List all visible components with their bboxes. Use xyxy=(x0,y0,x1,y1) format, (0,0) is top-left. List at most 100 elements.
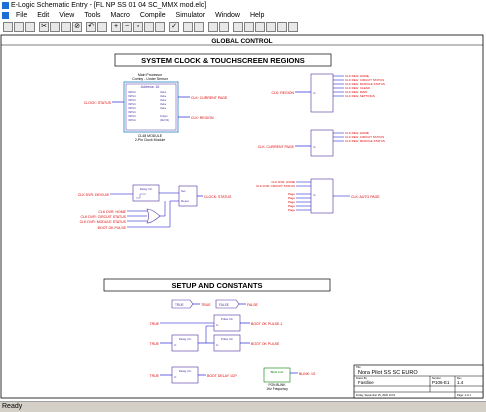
svg-text:IN/Port: IN/Port xyxy=(128,107,136,110)
svg-text:IN/Port: IN/Port xyxy=(128,95,136,98)
svg-text:Blink 1Hz: Blink 1Hz xyxy=(271,370,284,374)
symbol-icon[interactable] xyxy=(208,22,218,32)
label-false-out: FALSE xyxy=(247,303,259,307)
label-dev-div: CLK DVR: DEV/UIS xyxy=(78,193,110,197)
page-decoder[interactable]: In xyxy=(310,129,334,157)
probe-icon[interactable] xyxy=(244,22,254,32)
menu-edit[interactable]: Edit xyxy=(33,11,53,21)
label-blink-out: BLINK: 1S xyxy=(299,372,316,376)
blink-block[interactable]: Blink 1Hz xyxy=(263,367,291,383)
title-block-page: Page: 1 of 1 xyxy=(457,393,472,397)
svg-text:IN/Port: IN/Port xyxy=(128,99,136,102)
delay-block-2[interactable]: Delay On In xyxy=(171,334,199,352)
false-constant[interactable]: FALSE xyxy=(215,299,240,309)
zoom-in-icon[interactable]: + xyxy=(111,22,121,32)
label-region-in: CLK: REGION xyxy=(271,91,294,95)
svg-text:Delay On: Delay On xyxy=(179,337,192,341)
svg-text:Output: Output xyxy=(160,115,168,118)
app-icon xyxy=(2,2,9,9)
new-icon[interactable] xyxy=(3,22,13,32)
undo-icon[interactable]: ↶ xyxy=(86,22,96,32)
label-region: CLK: REGION xyxy=(191,116,214,120)
gate-icon[interactable] xyxy=(277,22,287,32)
pulse-block-1[interactable]: Pulse On In xyxy=(213,314,241,332)
label-current-page: CLK: CURRENT PAGE xyxy=(191,96,228,100)
svg-text:(Ref 60): (Ref 60) xyxy=(160,119,169,122)
zoom-out-icon[interactable]: − xyxy=(122,22,132,32)
label-clock-status-out: CLOCK: STATUS xyxy=(204,195,232,199)
window-title: E-Logic Schematic Entry - [FL NP SS 01 0… xyxy=(11,2,207,9)
sheet-frame xyxy=(0,34,484,399)
svg-text:Pulse On: Pulse On xyxy=(221,337,234,341)
delay-block[interactable]: Delay On xyxy=(132,184,160,202)
document-icon[interactable] xyxy=(2,12,9,19)
title-block: Title Nora Pilot SS SC EURO Drawn By Fas… xyxy=(353,364,484,399)
svg-text:In: In xyxy=(313,91,316,95)
label-boot-delay: BOOT DELAY 1CP xyxy=(207,374,237,378)
label-dvr-home: CLK DVR: HOME xyxy=(98,210,126,214)
zoom-fit-icon[interactable]: ▫ xyxy=(133,22,143,32)
delay-block-3[interactable]: Delay On In xyxy=(171,366,199,384)
svg-text:Value: Value xyxy=(160,95,167,98)
svg-text:IN/Port: IN/Port xyxy=(128,115,136,118)
menu-file[interactable]: File xyxy=(12,11,31,21)
copy-icon[interactable] xyxy=(50,22,60,32)
clock-module[interactable]: Main Processor Comby - Under Sensor Addr… xyxy=(123,73,179,142)
logic-icon[interactable] xyxy=(194,22,204,32)
svg-text:Delay On: Delay On xyxy=(179,369,192,373)
status-bar: Ready xyxy=(0,401,486,411)
print-icon[interactable] xyxy=(97,22,107,32)
svg-text:Page: Page xyxy=(288,208,295,212)
sim-icon[interactable] xyxy=(233,22,243,32)
toggle-icon[interactable] xyxy=(255,22,265,32)
chart-icon[interactable] xyxy=(288,22,298,32)
section-title-clock: SYSTEM CLOCK & TOUCHSCREEN REGIONS xyxy=(141,56,305,65)
wire-icon[interactable] xyxy=(183,22,193,32)
title-block-rev: 1.4 xyxy=(457,380,464,385)
label-true-out: TRUE xyxy=(201,303,211,307)
save-icon[interactable] xyxy=(25,22,35,32)
copy-window-icon[interactable] xyxy=(155,22,165,32)
region-decoder[interactable]: In xyxy=(310,73,334,113)
svg-text:Set: Set xyxy=(181,189,186,193)
paste-icon[interactable] xyxy=(61,22,71,32)
menu-macro[interactable]: Macro xyxy=(107,11,134,21)
svg-text:IN/Port: IN/Port xyxy=(128,103,136,106)
svg-text:1Hz Frequency: 1Hz Frequency xyxy=(266,387,288,391)
window-icon[interactable] xyxy=(144,22,154,32)
label-boot-ok: BOOT OK PULSE xyxy=(98,226,127,230)
menu-view[interactable]: View xyxy=(55,11,78,21)
svg-text:Value: Value xyxy=(160,103,167,106)
svg-text:Reset: Reset xyxy=(181,199,189,203)
set-reset-block[interactable]: Set Reset xyxy=(178,185,198,207)
label-auto-page: CLK: AUTO PAGE xyxy=(351,195,380,199)
auto-page-block[interactable]: In xyxy=(310,178,334,214)
label-dvr-mstat: CLK DVR: MODULE STATUS xyxy=(80,220,127,224)
label-true-in3: TRUE xyxy=(149,374,159,378)
menu-compile[interactable]: Compile xyxy=(136,11,170,21)
pulse-block-2[interactable]: Pulse On In xyxy=(213,334,241,352)
compile-icon[interactable]: ✓ xyxy=(169,22,179,32)
toolbar: ✂ ⊘ ↶ + − ▫ ✓ xyxy=(0,21,486,35)
svg-text:Value: Value xyxy=(160,91,167,94)
svg-text:Address: 16: Address: 16 xyxy=(141,85,160,89)
svg-text:2-Pin Clock Module: 2-Pin Clock Module xyxy=(135,138,165,142)
label-current-page-in: CLK: CURRENT PAGE xyxy=(258,145,295,149)
svg-text:TRUE: TRUE xyxy=(175,303,184,307)
cut-icon[interactable]: ✂ xyxy=(39,22,49,32)
or-gate[interactable] xyxy=(146,208,161,224)
open-icon[interactable] xyxy=(14,22,24,32)
menu-window[interactable]: Window xyxy=(211,11,244,21)
menu-simulator[interactable]: Simulator xyxy=(172,11,210,21)
section-title-setup: SETUP AND CONSTANTS xyxy=(171,281,262,290)
menu-help[interactable]: Help xyxy=(246,11,268,21)
pin-icon[interactable] xyxy=(219,22,229,32)
menu-bar: File Edit View Tools Macro Compile Simul… xyxy=(0,11,486,21)
delete-icon[interactable]: ⊘ xyxy=(72,22,82,32)
svg-text:Value: Value xyxy=(160,99,167,102)
relay-icon[interactable] xyxy=(266,22,276,32)
svg-text:Title: Title xyxy=(356,366,361,369)
true-constant[interactable]: TRUE xyxy=(171,299,194,309)
schematic-canvas[interactable]: GLOBAL CONTROL SYSTEM CLOCK & TOUCHSCREE… xyxy=(0,34,486,401)
menu-tools[interactable]: Tools xyxy=(80,11,104,21)
